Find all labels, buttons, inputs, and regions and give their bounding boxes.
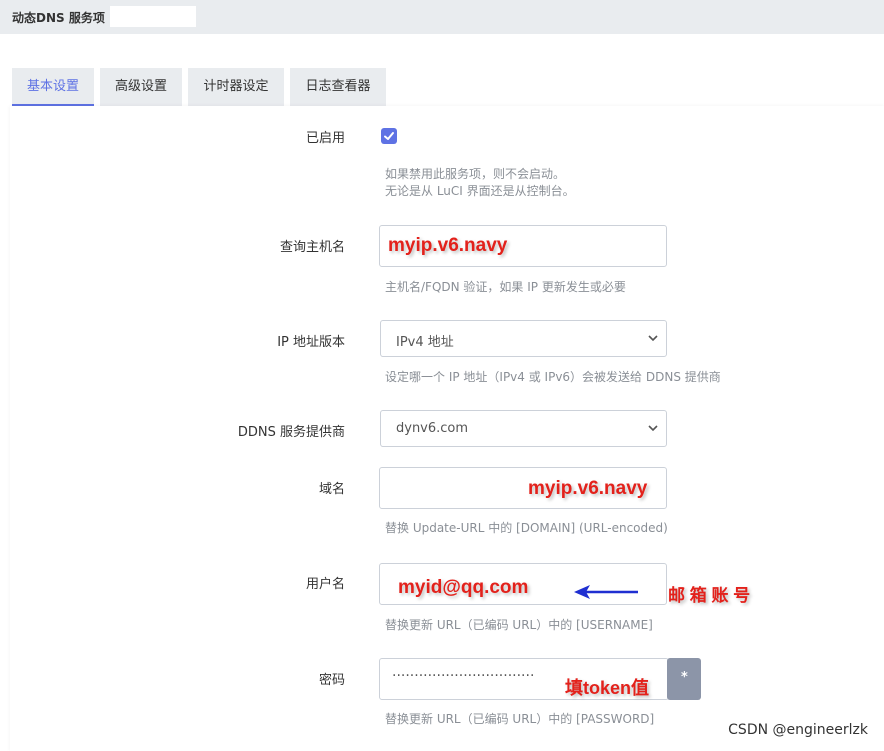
- reveal-password-button[interactable]: *: [667, 658, 701, 700]
- ip-version-label: IP 地址版本: [277, 335, 345, 350]
- username-label: 用户名: [305, 577, 345, 592]
- lookup-host-description: 主机名/FQDN 验证，如果 IP 更新发生或必要: [385, 280, 626, 294]
- provider-label: DDNS 服务提供商: [237, 425, 345, 440]
- ip-version-value: IPv4 地址: [396, 335, 454, 350]
- password-mask: ································: [392, 668, 535, 684]
- reveal-password-label: *: [681, 670, 688, 685]
- tab-bar: 基本设置 高级设置 计时器设定 日志查看器: [0, 68, 884, 106]
- arrow-left-icon: [574, 585, 638, 599]
- enabled-checkbox[interactable]: [381, 128, 397, 144]
- enabled-description: 如果禁用此服务项，则不会启动。 无论是从 LuCI 界面还是从控制台。: [385, 166, 575, 200]
- lookup-host-label: 查询主机名: [279, 240, 345, 255]
- mailbox-annotation: 邮 箱 账 号: [668, 586, 751, 605]
- top-bar: 动态DNS 服务项 »: [0, 0, 884, 34]
- lookup-host-input[interactable]: myip.v6.navy: [379, 225, 667, 267]
- ip-version-select[interactable]: IPv4 地址: [380, 320, 667, 357]
- chevron-down-icon: [648, 335, 658, 342]
- username-value: myid@qq.com: [398, 577, 529, 598]
- token-annotation: 填token值: [565, 678, 650, 698]
- breadcrumb-current-box: [110, 6, 196, 27]
- tab-advanced-settings[interactable]: 高级设置: [100, 68, 182, 106]
- breadcrumb: 动态DNS 服务项 »: [12, 11, 117, 25]
- provider-select[interactable]: dynv6.com: [380, 410, 667, 447]
- provider-value: dynv6.com: [396, 421, 469, 436]
- chevron-down-icon: [648, 425, 658, 432]
- tab-timer-settings[interactable]: 计时器设定: [188, 68, 284, 106]
- domain-input[interactable]: myip.v6.navy: [379, 467, 667, 509]
- enabled-desc-line1: 如果禁用此服务项，则不会启动。: [385, 167, 566, 181]
- tab-log-viewer[interactable]: 日志查看器: [290, 68, 386, 106]
- tab-basic-settings[interactable]: 基本设置: [12, 68, 94, 106]
- domain-description: 替换 Update-URL 中的 [DOMAIN] (URL-encoded): [385, 521, 668, 535]
- enabled-desc-line2: 无论是从 LuCI 界面还是从控制台。: [385, 184, 575, 198]
- lookup-host-value: myip.v6.navy: [388, 235, 508, 256]
- domain-label: 域名: [318, 482, 345, 497]
- password-description: 替换更新 URL（已编码 URL）中的 [PASSWORD]: [385, 712, 655, 726]
- password-label: 密码: [318, 673, 345, 688]
- check-icon: [384, 132, 394, 140]
- enabled-label: 已启用: [305, 131, 345, 146]
- ip-version-description: 设定哪一个 IP 地址（IPv4 或 IPv6）会被发送给 DDNS 提供商: [385, 370, 721, 384]
- watermark: CSDN @engineerlzk: [728, 722, 868, 738]
- domain-value: myip.v6.navy: [528, 478, 648, 499]
- username-description: 替换更新 URL（已编码 URL）中的 [USERNAME]: [385, 618, 653, 632]
